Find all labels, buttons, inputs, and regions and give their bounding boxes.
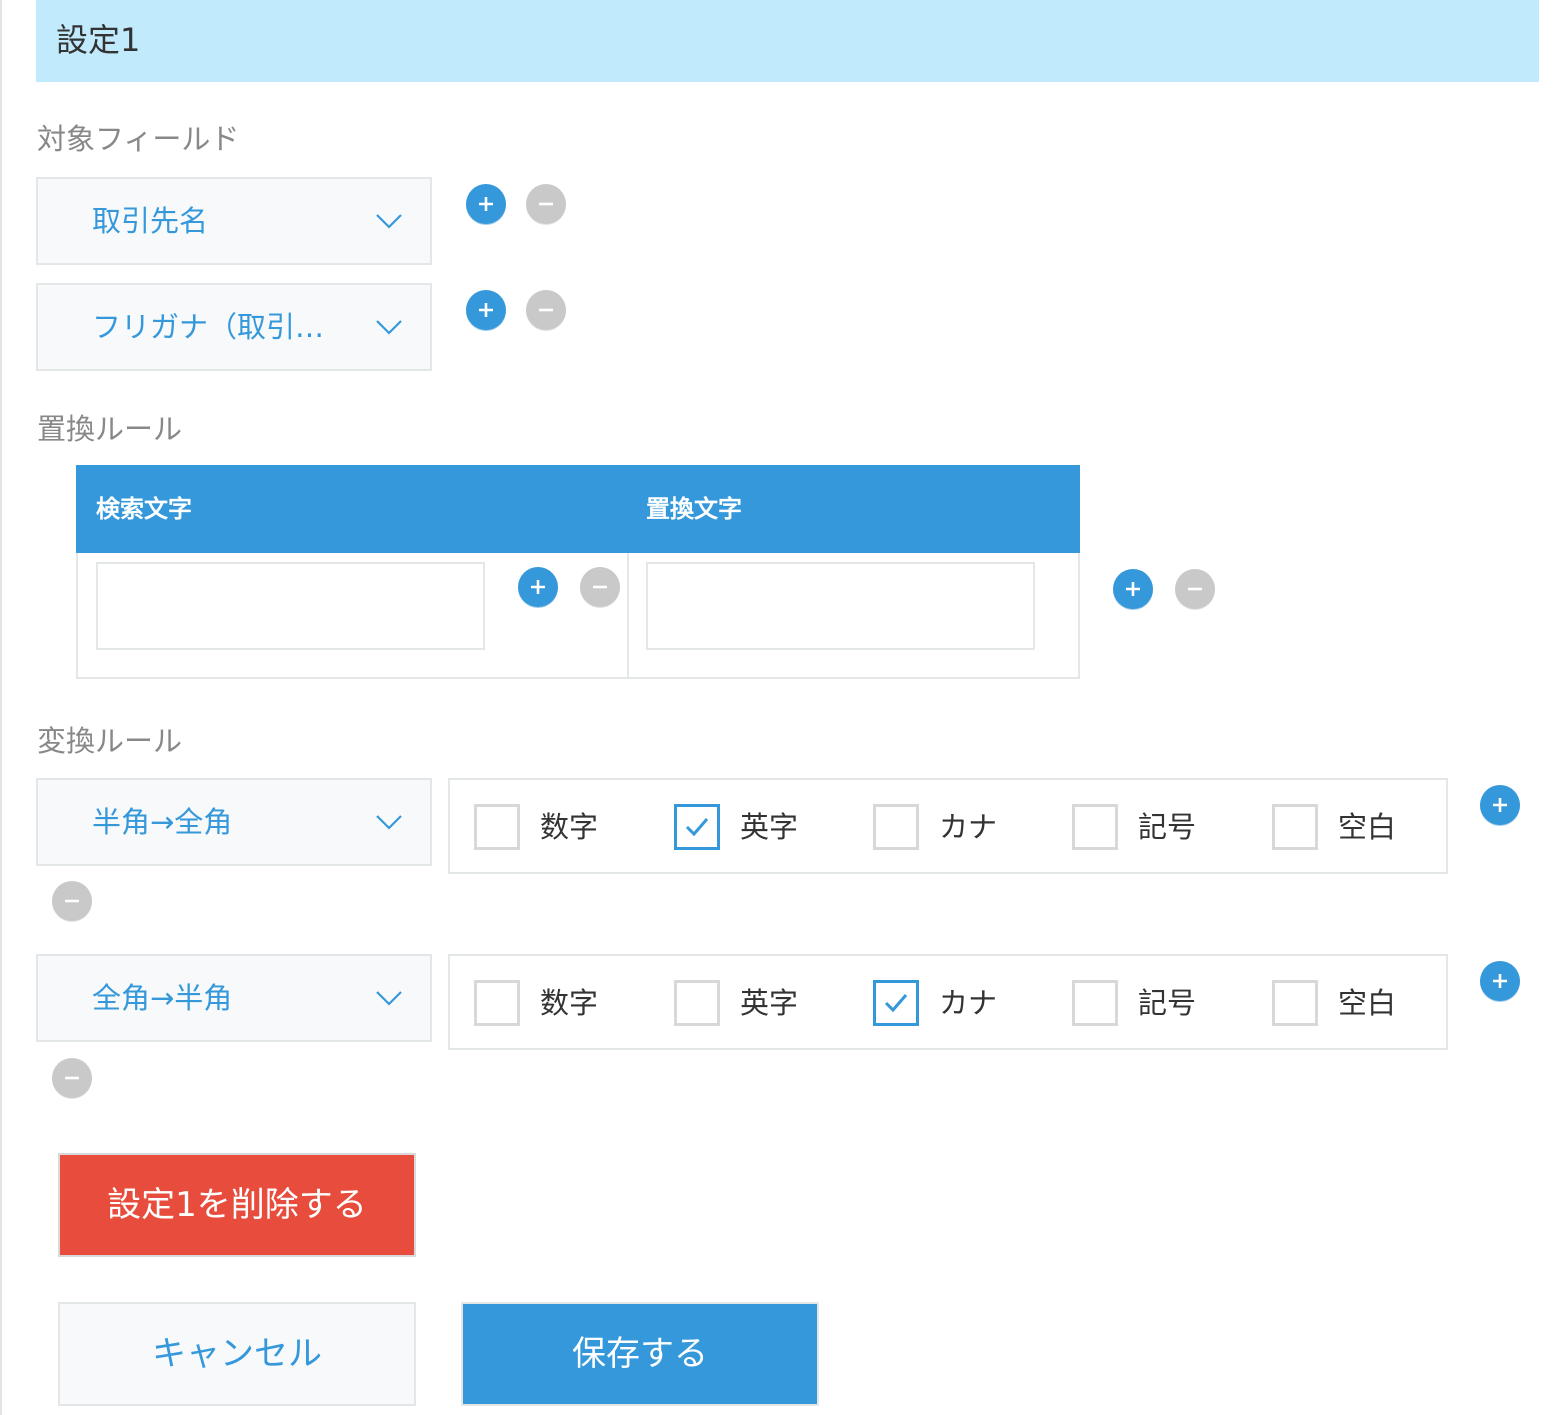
add-replace-rule-button[interactable] bbox=[1113, 569, 1153, 609]
checkbox-box[interactable] bbox=[474, 980, 520, 1026]
check-icon bbox=[884, 994, 908, 1013]
chevron-down-icon bbox=[374, 311, 404, 341]
remove-replace-rule-button[interactable] bbox=[1175, 569, 1215, 609]
remove-target-field-button-1[interactable] bbox=[526, 184, 566, 224]
checkbox-label: 英字 bbox=[740, 986, 799, 1020]
delete-setting-button[interactable]: 設定1を削除する bbox=[58, 1153, 416, 1257]
checkbox-box[interactable] bbox=[873, 804, 919, 850]
checkbox-label: 記号 bbox=[1138, 986, 1197, 1020]
checkbox-box[interactable] bbox=[1072, 804, 1118, 850]
checkbox-label: 記号 bbox=[1138, 810, 1197, 844]
add-convert-rule-button-2[interactable] bbox=[1480, 961, 1520, 1001]
plus-icon bbox=[1493, 798, 1507, 812]
column-divider bbox=[627, 553, 629, 677]
add-target-field-button-1[interactable] bbox=[466, 184, 506, 224]
replace-text-input[interactable] bbox=[646, 562, 1035, 650]
convert-options-2: 数字 英字 カナ 記号 空白 bbox=[448, 954, 1448, 1050]
save-button[interactable]: 保存する bbox=[461, 1302, 819, 1406]
checkbox-label: 数字 bbox=[540, 810, 599, 844]
checkbox-box[interactable] bbox=[1272, 980, 1318, 1026]
replace-rules-table: 検索文字 置換文字 bbox=[76, 465, 1080, 679]
target-field-select-1[interactable]: 取引先名 bbox=[36, 177, 432, 265]
chevron-down-icon bbox=[374, 982, 404, 1012]
column-header-search: 検索文字 bbox=[96, 495, 192, 523]
checkbox-box-checked[interactable] bbox=[873, 980, 919, 1026]
search-text-input[interactable] bbox=[96, 562, 485, 650]
add-target-field-button-2[interactable] bbox=[466, 290, 506, 330]
checkbox-label: カナ bbox=[939, 810, 998, 844]
minus-icon bbox=[65, 899, 79, 903]
replace-rules-label: 置換ルール bbox=[37, 412, 183, 446]
plus-icon bbox=[531, 580, 545, 594]
plus-icon bbox=[479, 197, 493, 211]
check-icon bbox=[685, 818, 709, 837]
convert-mode-select-1[interactable]: 半角→全角 bbox=[36, 778, 432, 866]
convert-mode-select-1-value: 半角→全角 bbox=[92, 805, 233, 839]
left-border bbox=[0, 0, 2, 1415]
minus-icon bbox=[593, 585, 607, 589]
remove-convert-rule-button-2[interactable] bbox=[52, 1058, 92, 1098]
checkbox-box-checked[interactable] bbox=[674, 804, 720, 850]
convert-mode-select-2-value: 全角→半角 bbox=[92, 981, 233, 1015]
convert-rules-label: 変換ルール bbox=[37, 724, 183, 758]
convert-mode-select-2[interactable]: 全角→半角 bbox=[36, 954, 432, 1042]
plus-icon bbox=[479, 303, 493, 317]
checkbox-label: 数字 bbox=[540, 986, 599, 1020]
add-search-text-button[interactable] bbox=[518, 567, 558, 607]
minus-icon bbox=[539, 308, 553, 312]
checkbox-box[interactable] bbox=[474, 804, 520, 850]
column-header-replace: 置換文字 bbox=[646, 495, 742, 523]
target-field-select-2[interactable]: フリガナ（取引… bbox=[36, 283, 432, 371]
minus-icon bbox=[65, 1076, 79, 1080]
minus-icon bbox=[1188, 587, 1202, 591]
section-title: 設定1 bbox=[56, 21, 141, 59]
plus-icon bbox=[1126, 582, 1140, 596]
checkbox-box[interactable] bbox=[674, 980, 720, 1026]
remove-search-text-button[interactable] bbox=[580, 567, 620, 607]
checkbox-label: カナ bbox=[939, 986, 998, 1020]
target-field-select-2-value: フリガナ（取引… bbox=[92, 310, 325, 344]
checkbox-box[interactable] bbox=[1272, 804, 1318, 850]
add-convert-rule-button-1[interactable] bbox=[1480, 785, 1520, 825]
checkbox-label: 空白 bbox=[1338, 986, 1397, 1020]
remove-convert-rule-button-1[interactable] bbox=[52, 881, 92, 921]
remove-target-field-button-2[interactable] bbox=[526, 290, 566, 330]
checkbox-label: 空白 bbox=[1338, 810, 1397, 844]
checkbox-label: 英字 bbox=[740, 810, 799, 844]
convert-options-1: 数字 英字 カナ 記号 空白 bbox=[448, 778, 1448, 874]
target-field-select-1-value: 取引先名 bbox=[92, 204, 209, 238]
chevron-down-icon bbox=[374, 205, 404, 235]
checkbox-box[interactable] bbox=[1072, 980, 1118, 1026]
plus-icon bbox=[1493, 974, 1507, 988]
section-header: 設定1 bbox=[36, 0, 1539, 82]
target-fields-label: 対象フィールド bbox=[37, 122, 240, 156]
chevron-down-icon bbox=[374, 806, 404, 836]
minus-icon bbox=[539, 202, 553, 206]
cancel-button[interactable]: キャンセル bbox=[58, 1302, 416, 1406]
replace-rules-header: 検索文字 置換文字 bbox=[76, 465, 1080, 553]
